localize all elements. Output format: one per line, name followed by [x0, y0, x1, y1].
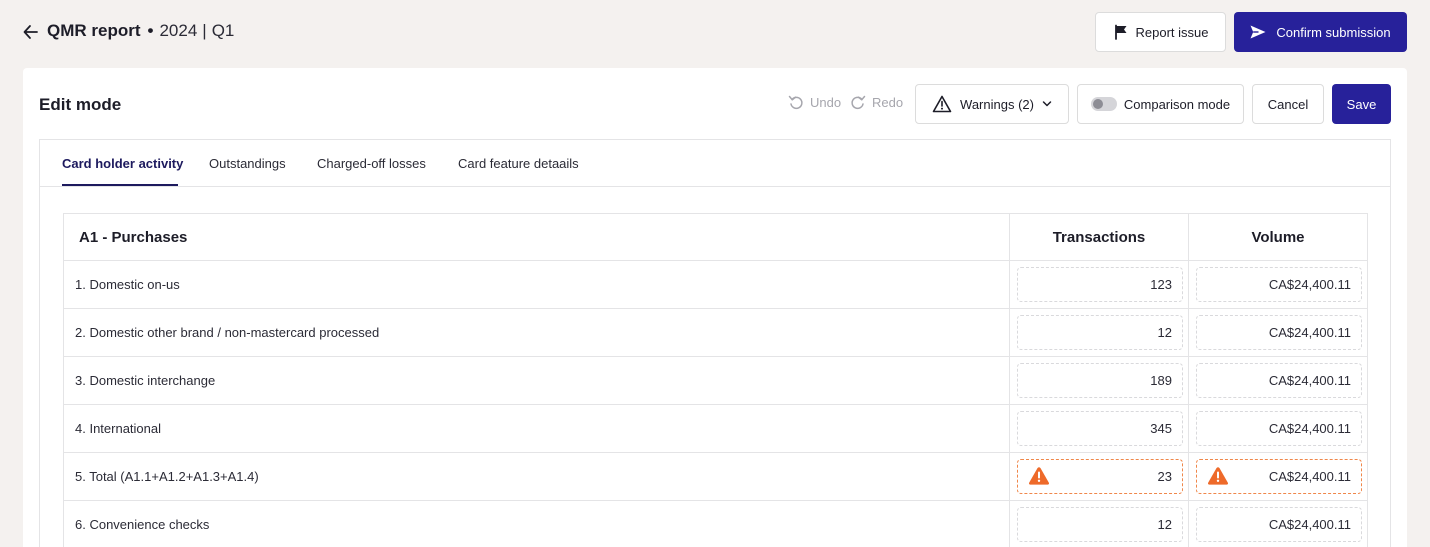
- content-panel: Card holder activity Outstandings Charge…: [39, 139, 1391, 547]
- volume-value: CA$24,400.11: [1268, 277, 1351, 292]
- column-divider: [1009, 453, 1010, 500]
- transactions-value: 12: [1157, 517, 1172, 532]
- transactions-input[interactable]: 189: [1017, 363, 1183, 398]
- confirm-submission-label: Confirm submission: [1276, 24, 1391, 40]
- redo-label: Redo: [872, 94, 904, 110]
- column-divider: [1188, 309, 1189, 356]
- top-bar: QMR report • 2024 | Q1 Report issue Conf…: [0, 0, 1430, 66]
- column-divider: [1009, 309, 1010, 356]
- send-icon: [1250, 25, 1266, 39]
- undo-label: Undo: [810, 94, 842, 110]
- report-quarter: Q1: [211, 21, 235, 40]
- warning-triangle-icon: [932, 95, 952, 113]
- column-divider: [1188, 405, 1189, 452]
- transactions-value: 123: [1150, 277, 1172, 292]
- row-label: 4. International: [75, 421, 162, 436]
- mode-title: Edit mode: [39, 95, 122, 114]
- warnings-label: Warnings (2): [960, 96, 1034, 112]
- flag-icon: [1114, 24, 1126, 40]
- table-header: A1 - Purchases Transactions Volume: [64, 214, 1367, 261]
- tab-charged-off-losses[interactable]: Charged-off losses: [317, 156, 426, 171]
- column-divider: [1188, 261, 1189, 308]
- volume-input[interactable]: CA$24,400.11: [1196, 267, 1362, 302]
- undo-button[interactable]: Undo: [788, 94, 841, 110]
- transactions-value: 189: [1150, 373, 1172, 388]
- report-issue-button[interactable]: Report issue: [1095, 12, 1226, 52]
- tab-card-feature-details[interactable]: Card feature detaails: [458, 156, 579, 171]
- comparison-mode-toggle[interactable]: Comparison mode: [1077, 84, 1244, 124]
- volume-value: CA$24,400.11: [1268, 373, 1351, 388]
- volume-input-warning[interactable]: CA$24,400.11: [1196, 459, 1362, 494]
- table-row: 3. Domestic interchange 189 CA$24,400.11: [64, 357, 1367, 405]
- report-year: 2024: [159, 21, 198, 40]
- column-divider: [1009, 405, 1010, 452]
- column-divider: [1188, 357, 1189, 404]
- row-label: 5. Total (A1.1+A1.2+A1.3+A1.4): [75, 469, 259, 484]
- table-row: 6. Convenience checks 12 CA$24,400.11: [64, 501, 1367, 547]
- redo-icon: [851, 95, 866, 110]
- tab-outstandings[interactable]: Outstandings: [209, 156, 286, 171]
- column-divider: [1188, 453, 1189, 500]
- transactions-value: 12: [1157, 325, 1172, 340]
- tab-bar: Card holder activity Outstandings Charge…: [40, 140, 1390, 187]
- confirm-submission-button[interactable]: Confirm submission: [1234, 12, 1407, 52]
- transactions-value: 23: [1157, 469, 1172, 484]
- warning-filled-icon: [1207, 467, 1229, 485]
- table-row: 4. International 345 CA$24,400.11: [64, 405, 1367, 453]
- volume-value: CA$24,400.11: [1268, 325, 1351, 340]
- transactions-input[interactable]: 123: [1017, 267, 1183, 302]
- table-row: 2. Domestic other brand / non-mastercard…: [64, 309, 1367, 357]
- title-dot: •: [147, 21, 154, 40]
- report-name: QMR report: [47, 21, 141, 40]
- warnings-dropdown[interactable]: Warnings (2): [915, 84, 1069, 124]
- page-title: QMR report • 2024 | Q1: [47, 21, 234, 41]
- row-label: 1. Domestic on-us: [75, 277, 180, 292]
- chevron-down-icon: [1042, 101, 1052, 107]
- column-divider: [1188, 501, 1189, 547]
- volume-header: Volume: [1251, 228, 1305, 246]
- edit-card: Edit mode Undo Redo Warnings (2) Compari…: [23, 68, 1407, 547]
- volume-input[interactable]: CA$24,400.11: [1196, 411, 1362, 446]
- volume-value: CA$24,400.11: [1268, 421, 1351, 436]
- warning-filled-icon: [1028, 467, 1050, 485]
- save-button[interactable]: Save: [1332, 84, 1391, 124]
- transactions-input[interactable]: 345: [1017, 411, 1183, 446]
- undo-icon: [788, 95, 803, 110]
- active-tab-indicator: [62, 184, 178, 186]
- volume-value: CA$24,400.11: [1268, 517, 1351, 532]
- transactions-header: Transactions: [1052, 228, 1146, 246]
- tab-card-holder-activity[interactable]: Card holder activity: [62, 156, 183, 171]
- purchases-table: A1 - Purchases Transactions Volume 1. Do…: [63, 213, 1368, 547]
- row-label: 2. Domestic other brand / non-mastercard…: [75, 325, 380, 340]
- title-separator: |: [202, 21, 207, 40]
- volume-input[interactable]: CA$24,400.11: [1196, 363, 1362, 398]
- cancel-button[interactable]: Cancel: [1252, 84, 1324, 124]
- toggle-switch[interactable]: [1090, 97, 1117, 111]
- table-row: 1. Domestic on-us 123 CA$24,400.11: [64, 261, 1367, 309]
- transactions-value: 345: [1150, 421, 1172, 436]
- column-divider: [1009, 501, 1010, 547]
- column-divider: [1009, 357, 1010, 404]
- transactions-input[interactable]: 12: [1017, 315, 1183, 350]
- table-row-total: 5. Total (A1.1+A1.2+A1.3+A1.4) 23 CA$24,…: [64, 453, 1367, 501]
- volume-value: CA$24,400.11: [1268, 469, 1351, 484]
- comparison-mode-label: Comparison mode: [1123, 96, 1231, 112]
- redo-button[interactable]: Redo: [850, 94, 903, 110]
- section-title: A1 - Purchases: [79, 228, 188, 246]
- row-label: 3. Domestic interchange: [75, 373, 216, 388]
- transactions-input-warning[interactable]: 23: [1017, 459, 1183, 494]
- column-divider: [1009, 261, 1010, 308]
- report-issue-label: Report issue: [1135, 24, 1209, 40]
- arrow-left-icon[interactable]: [22, 22, 40, 42]
- transactions-input[interactable]: 12: [1017, 507, 1183, 542]
- volume-input[interactable]: CA$24,400.11: [1196, 507, 1362, 542]
- row-label: 6. Convenience checks: [75, 517, 210, 532]
- volume-input[interactable]: CA$24,400.11: [1196, 315, 1362, 350]
